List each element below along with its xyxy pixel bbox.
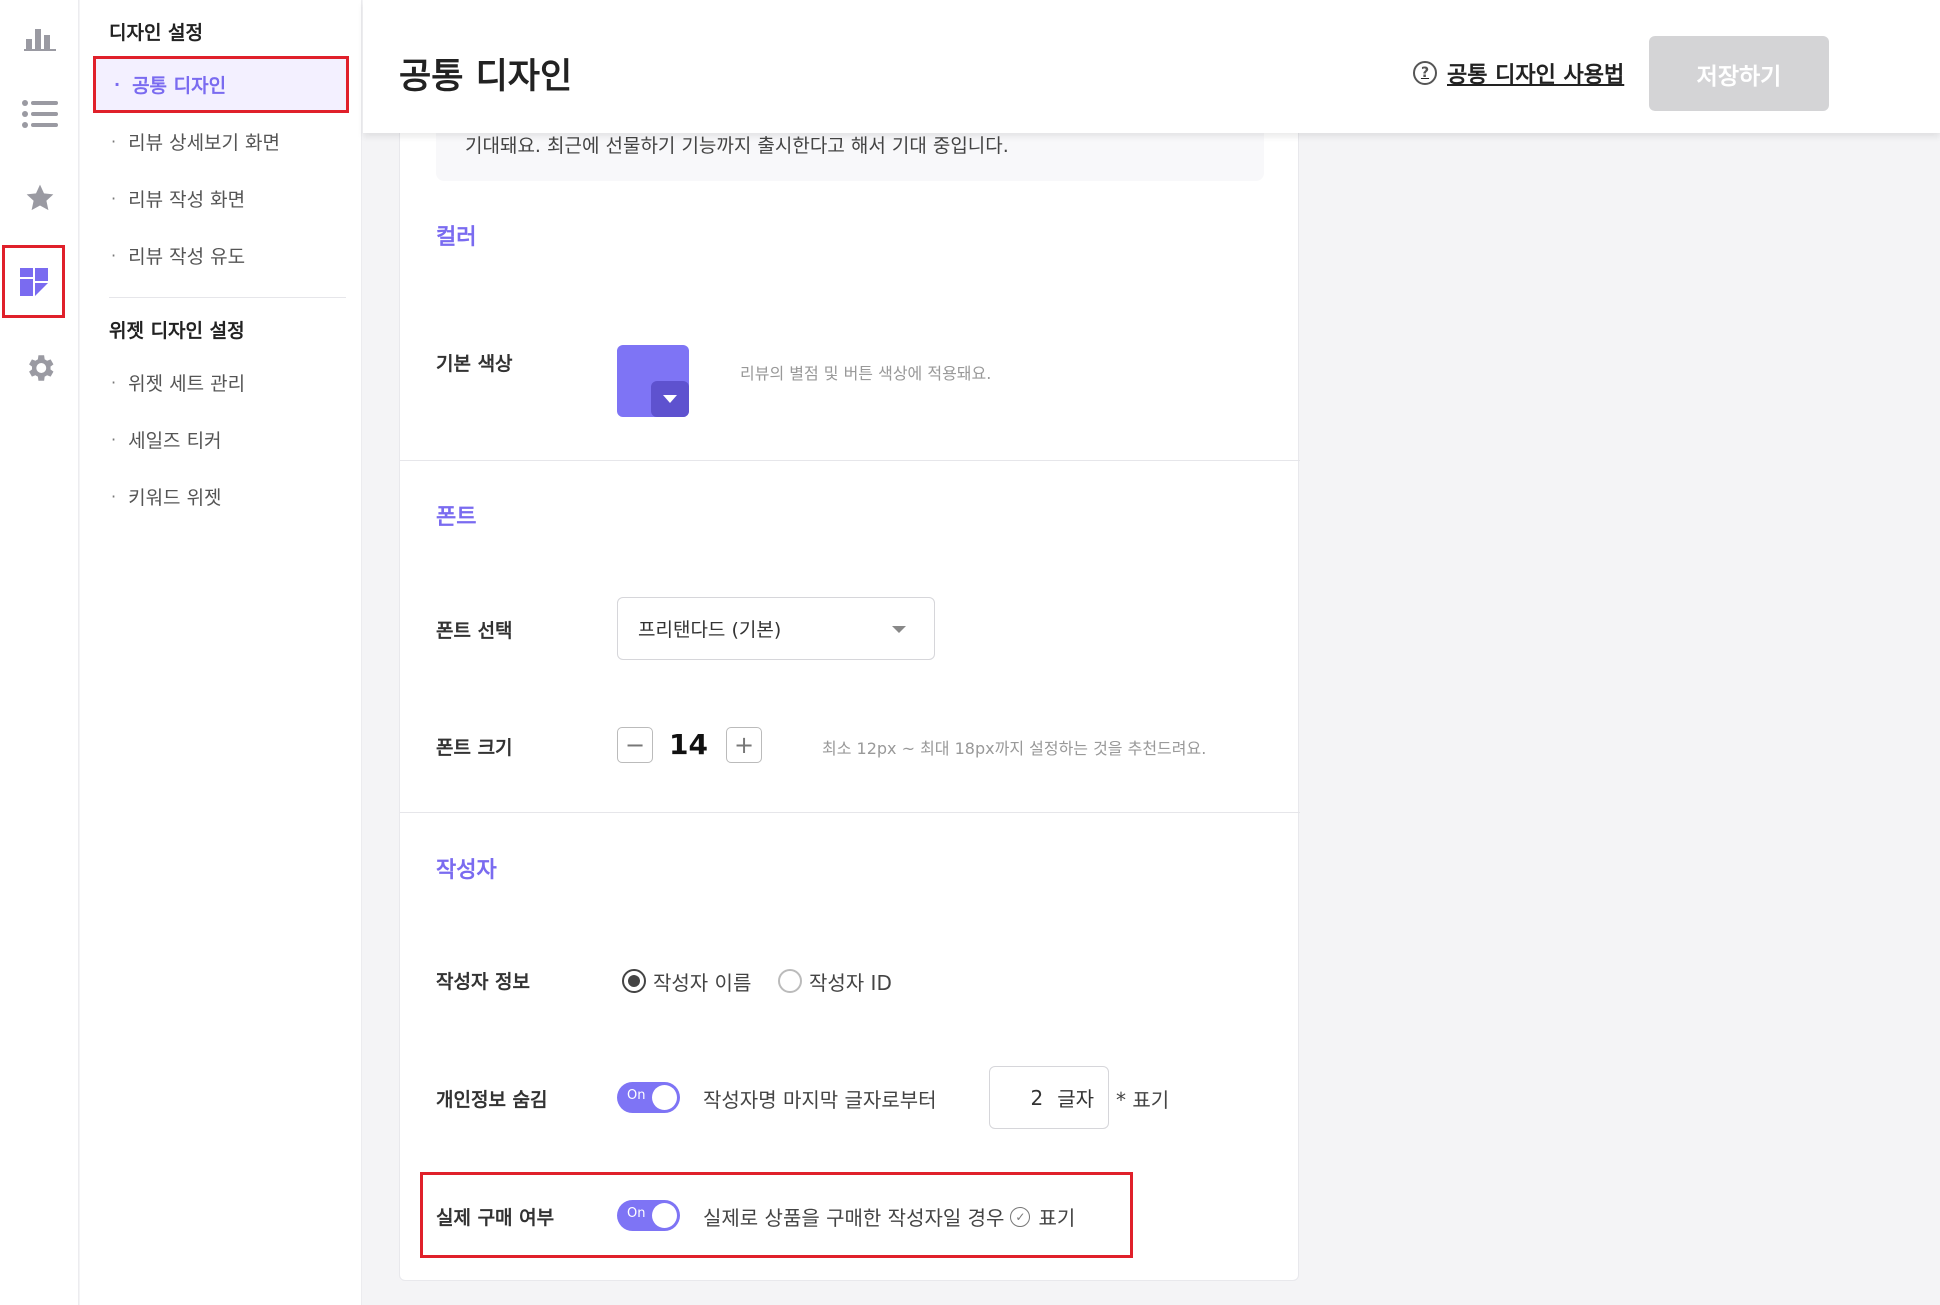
submenu-item-label: 리뷰 상세보기 화면	[128, 131, 281, 154]
page-title: 공통 디자인	[399, 57, 573, 97]
help-link-label: 공통 디자인 사용법	[1447, 63, 1625, 88]
color-picker-toggle[interactable]	[651, 381, 689, 417]
bullet-icon: ·	[111, 429, 117, 449]
save-button[interactable]: 저장하기	[1649, 36, 1829, 111]
menu-divider	[109, 297, 346, 298]
submenu-item-review-detail[interactable]: · 리뷰 상세보기 화면	[93, 113, 348, 169]
privacy-char-count-value: 2	[1030, 1085, 1044, 1110]
submenu-item-label: 공통 디자인	[132, 75, 227, 97]
bullet-icon: ·	[111, 131, 117, 151]
font-size-value: 14	[669, 728, 708, 761]
star-icon	[26, 184, 53, 211]
rail-item-design[interactable]	[2, 245, 65, 318]
question-circle-icon: ?	[1413, 61, 1437, 85]
review-preview-text: 기대돼요. 최근에 선물하기 기능까지 출시한다고 해서 기대 중입니다.	[465, 135, 1009, 157]
rail-item-settings[interactable]	[0, 330, 79, 406]
font-select-label: 폰트 선택	[436, 620, 513, 642]
privacy-hide-suffix: * 표기	[1116, 1088, 1170, 1112]
submenu-item-keyword-widget[interactable]: · 키워드 위젯	[93, 468, 348, 524]
rail-item-reviews[interactable]	[0, 76, 79, 152]
widget-group-title: 위젯 디자인 설정	[109, 320, 245, 342]
author-section-title: 작성자	[436, 858, 497, 883]
icon-rail	[0, 0, 79, 1305]
privacy-char-count-input[interactable]: 2 글자	[989, 1066, 1109, 1129]
bullet-icon: ·	[111, 188, 117, 208]
bar-chart-icon	[23, 29, 56, 51]
page-header: 공통 디자인 ? 공통 디자인 사용법 저장하기	[363, 0, 1940, 133]
submenu-item-review-prompt[interactable]: · 리뷰 작성 유도	[93, 227, 348, 283]
design-group-title: 디자인 설정	[109, 22, 204, 44]
submenu-item-widget-set[interactable]: · 위젯 세트 관리	[93, 354, 348, 410]
toggle-on-text: On	[627, 1088, 646, 1103]
author-name-radio-label: 작성자 이름	[653, 971, 752, 995]
submenu-item-label: 위젯 세트 관리	[128, 372, 246, 395]
section-divider	[400, 812, 1300, 813]
base-color-label: 기본 색상	[436, 353, 513, 375]
font-size-increase-button[interactable]: +	[726, 727, 762, 763]
font-select-value: 프리탠다드 (기본)	[638, 619, 782, 641]
bullet-icon: ·	[111, 372, 117, 392]
verified-purchase-label: 실제 구매 여부	[436, 1207, 555, 1229]
bullet-icon: ·	[111, 486, 117, 506]
bullet-icon: ·	[111, 245, 117, 265]
section-divider	[400, 460, 1300, 461]
chevron-down-icon	[892, 626, 906, 633]
author-name-radio[interactable]	[622, 969, 646, 993]
widget-grid-icon	[19, 267, 48, 296]
verified-purchase-toggle[interactable]: On	[617, 1200, 680, 1231]
settings-card: 기대돼요. 최근에 선물하기 기능까지 출시한다고 해서 기대 중입니다. 컬러…	[399, 100, 1300, 1281]
font-size-hint: 최소 12px ~ 최대 18px까지 설정하는 것을 추천드려요.	[822, 739, 1207, 758]
author-info-label: 작성자 정보	[436, 971, 531, 993]
font-size-label: 폰트 크기	[436, 737, 513, 759]
submenu-item-review-write[interactable]: · 리뷰 작성 화면	[93, 170, 348, 226]
check-circle-icon: ✓	[1010, 1206, 1031, 1227]
toggle-knob	[652, 1203, 677, 1228]
gear-icon	[28, 355, 53, 381]
toggle-knob	[652, 1085, 677, 1110]
author-id-radio[interactable]	[778, 969, 802, 993]
submenu-item-common-design[interactable]: · 공통 디자인	[93, 56, 349, 113]
base-color-swatch[interactable]	[617, 345, 689, 417]
caret-down-icon	[663, 395, 677, 403]
submenu-item-label: 세일즈 티커	[128, 429, 222, 452]
privacy-hide-toggle[interactable]: On	[617, 1082, 680, 1113]
list-icon	[21, 100, 58, 128]
font-select[interactable]: 프리탠다드 (기본)	[617, 597, 935, 660]
privacy-hide-text: 작성자명 마지막 글자로부터	[703, 1088, 937, 1112]
privacy-hide-label: 개인정보 숨김	[436, 1089, 548, 1111]
submenu-item-label: 리뷰 작성 화면	[128, 188, 246, 211]
rail-item-featured[interactable]	[0, 160, 79, 236]
rail-item-statistics[interactable]	[0, 0, 79, 76]
author-id-radio-label: 작성자 ID	[809, 971, 892, 995]
color-section-title: 컬러	[436, 225, 477, 250]
main-content: 공통 디자인 ? 공통 디자인 사용법 저장하기 기대돼요. 최근에 선물하기 …	[363, 0, 1940, 1305]
verified-purchase-suffix: 표기	[1038, 1206, 1076, 1230]
submenu-item-sales-ticker[interactable]: · 세일즈 티커	[93, 411, 348, 467]
verified-purchase-text-row: 실제로 상품을 구매한 작성자일 경우 ✓ 표기	[703, 1202, 1075, 1231]
font-size-decrease-button[interactable]: −	[617, 727, 653, 763]
submenu-item-label: 리뷰 작성 유도	[128, 245, 246, 268]
toggle-on-text: On	[627, 1206, 646, 1221]
design-submenu: 디자인 설정 · 공통 디자인 · 리뷰 상세보기 화면 · 리뷰 작성 화면 …	[80, 0, 362, 1305]
privacy-char-unit: 글자	[1057, 1087, 1094, 1111]
app-window: 디자인 설정 · 공통 디자인 · 리뷰 상세보기 화면 · 리뷰 작성 화면 …	[0, 0, 1940, 1305]
submenu-item-label: 키워드 위젯	[128, 486, 222, 509]
verified-purchase-text: 실제로 상품을 구매한 작성자일 경우	[703, 1206, 1005, 1230]
base-color-hint: 리뷰의 별점 및 버튼 색상에 적용돼요.	[740, 364, 992, 383]
help-link[interactable]: ? 공통 디자인 사용법	[1413, 57, 1624, 89]
bullet-icon: ·	[114, 75, 121, 94]
font-section-title: 폰트	[436, 505, 477, 530]
